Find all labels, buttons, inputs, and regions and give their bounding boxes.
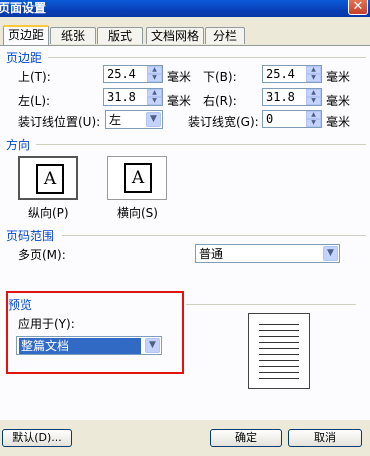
landscape-label: 横向(S): [117, 206, 158, 220]
spin-up-icon[interactable]: ▲: [306, 111, 321, 119]
gutter-width-spinner[interactable]: 0 ▲ ▼: [262, 110, 322, 128]
top-margin-value[interactable]: 25.4: [107, 67, 136, 82]
landscape-option[interactable]: A: [107, 156, 167, 200]
tab-strip: 页边距 纸张 版式 文档网格 分栏: [0, 25, 370, 45]
multiple-pages-select[interactable]: 普通 ▼: [195, 244, 340, 263]
title-bar: 页面设置 ✕: [0, 0, 370, 17]
tab-paper[interactable]: 纸张: [50, 27, 96, 44]
bottom-margin-value[interactable]: 25.4: [266, 67, 295, 82]
page-range-section-title: 页码范围: [6, 229, 55, 243]
landscape-page-icon: A: [124, 163, 152, 193]
gutter-width-unit: 毫米: [326, 115, 351, 129]
margins-divider: [48, 57, 366, 58]
left-margin-label: 左(L):: [18, 94, 51, 108]
gutter-width-label: 装订线宽(G):: [188, 115, 259, 129]
orientation-section-title: 方向: [6, 138, 31, 152]
bottom-margin-spinner[interactable]: 25.4 ▲ ▼: [262, 65, 322, 83]
spin-up-icon[interactable]: ▲: [147, 89, 162, 97]
page-range-divider: [62, 235, 366, 236]
portrait-option[interactable]: A: [18, 156, 78, 200]
multiple-pages-label: 多页(M):: [18, 248, 66, 262]
top-margin-unit: 毫米: [167, 70, 192, 84]
top-margin-label: 上(T):: [18, 70, 51, 84]
right-margin-value[interactable]: 31.8: [266, 90, 295, 105]
gutter-position-value: 左: [109, 113, 122, 127]
bottom-margin-label: 下(B):: [203, 70, 237, 84]
portrait-label: 纵向(P): [28, 206, 69, 220]
tab-layout[interactable]: 版式: [97, 27, 143, 44]
right-margin-label: 右(R):: [203, 94, 237, 108]
gutter-width-value[interactable]: 0: [266, 112, 273, 127]
top-margin-spinner[interactable]: 25.4 ▲ ▼: [103, 65, 163, 83]
button-bar: 默认(D)... 确定 取消: [0, 420, 370, 456]
right-margin-unit: 毫米: [326, 94, 351, 108]
right-margin-spinner[interactable]: 31.8 ▲ ▼: [262, 88, 322, 106]
close-icon: ✕: [352, 0, 364, 14]
spin-down-icon[interactable]: ▼: [306, 119, 321, 127]
margins-section-title: 页边距: [6, 51, 43, 65]
chevron-down-icon[interactable]: ▼: [323, 246, 338, 261]
tab-columns[interactable]: 分栏: [205, 27, 245, 44]
orientation-divider: [36, 144, 366, 145]
multiple-pages-value: 普通: [199, 247, 224, 261]
spin-up-icon[interactable]: ▲: [306, 66, 321, 74]
gutter-position-label: 装订线位置(U):: [18, 115, 101, 129]
ok-button[interactable]: 确定: [210, 429, 282, 447]
spin-down-icon[interactable]: ▼: [147, 97, 162, 105]
tab-doc-grid[interactable]: 文档网格: [146, 27, 204, 44]
spin-up-icon[interactable]: ▲: [147, 66, 162, 74]
tab-margins[interactable]: 页边距: [3, 25, 49, 45]
preview-divider: [186, 304, 356, 305]
left-margin-unit: 毫米: [167, 94, 192, 108]
default-button[interactable]: 默认(D)...: [2, 429, 72, 447]
cancel-button[interactable]: 取消: [288, 429, 362, 447]
portrait-page-icon: A: [36, 164, 64, 194]
chevron-down-icon[interactable]: ▼: [146, 112, 161, 127]
window-title: 页面设置: [0, 1, 47, 15]
gutter-position-select[interactable]: 左 ▼: [105, 110, 163, 129]
page-preview: [248, 313, 310, 389]
left-margin-spinner[interactable]: 31.8 ▲ ▼: [103, 88, 163, 106]
spin-down-icon[interactable]: ▼: [306, 74, 321, 82]
spin-down-icon[interactable]: ▼: [147, 74, 162, 82]
spin-down-icon[interactable]: ▼: [306, 97, 321, 105]
close-button[interactable]: ✕: [348, 0, 368, 15]
bottom-margin-unit: 毫米: [326, 70, 351, 84]
spin-up-icon[interactable]: ▲: [306, 89, 321, 97]
left-margin-value[interactable]: 31.8: [107, 90, 136, 105]
highlight-annotation-box: [6, 291, 184, 374]
